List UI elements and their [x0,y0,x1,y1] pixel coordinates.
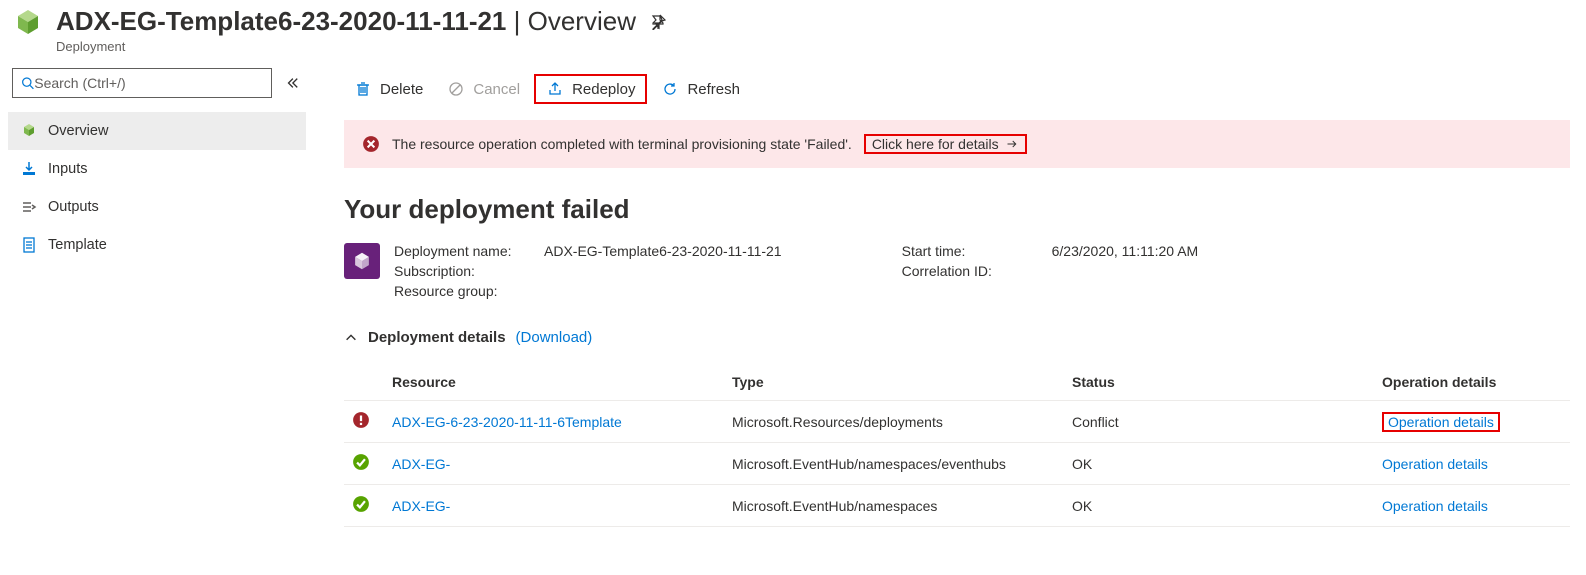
deployment-summary: Deployment name: ADX-EG-Template6-23-2020… [344,243,1570,299]
th-type: Type [724,364,1064,401]
pin-icon[interactable] [650,14,666,30]
sidebar-item-inputs[interactable]: Inputs [8,150,306,188]
operation-details-link[interactable]: Operation details [1382,456,1488,472]
sidebar-label: Overview [48,123,108,139]
cancel-icon [447,80,465,98]
overview-icon [20,122,38,140]
start-time-label: Start time: [902,243,1042,259]
table-row: ADX-EG- Microsoft.EventHub/namespacesOK Op… [344,485,1570,527]
sidebar-label: Inputs [48,161,88,177]
th-op: Operation details [1374,364,1570,401]
deployment-details-table: Resource Type Status Operation details A… [344,364,1570,527]
type-cell: Microsoft.EventHub/namespaces/eventhubs [724,443,1064,485]
table-row: ADX-EG- Microsoft.EventHub/namespaces/eve… [344,443,1570,485]
alert-text: The resource operation completed with te… [392,136,852,152]
refresh-icon [661,80,679,98]
deployment-badge-icon [344,243,380,279]
search-input[interactable] [12,68,272,98]
toolbar: Delete Cancel Redeploy Refresh [344,60,1570,120]
refresh-button[interactable]: Refresh [651,76,750,102]
status-cell: Conflict [1064,401,1374,443]
resource-link[interactable]: ADX-EG- [392,456,450,472]
failure-heading: Your deployment failed [344,194,1570,225]
type-cell: Microsoft.EventHub/namespaces [724,485,1064,527]
status-cell: OK [1064,485,1374,527]
th-status: Status [1064,364,1374,401]
sidebar-label: Template [48,237,107,253]
deployment-details-header[interactable]: Deployment details (Download) [344,329,1570,346]
collapse-sidebar-icon[interactable] [282,76,302,90]
search-icon [21,76,34,90]
outputs-icon [20,198,38,216]
sidebar-item-template[interactable]: Template [8,226,306,264]
sidebar-label: Outputs [48,199,99,215]
ok-status-icon [352,453,370,471]
resource-logo-icon [10,6,46,42]
page-header: ADX-EG-Template6-23-2020-11-11-21 | Over… [0,0,1586,60]
operation-details-link[interactable]: Operation details [1382,498,1488,514]
resource-group-label: Resource group: [394,283,534,299]
error-icon [362,135,380,153]
resource-link[interactable]: ADX-EG-6-23-2020-11-11-6Template [392,414,622,430]
status-cell: OK [1064,443,1374,485]
sidebar-nav: Overview Inputs Outputs Template [8,112,306,264]
download-link[interactable]: (Download) [516,329,593,346]
start-time-value: 6/23/2020, 11:11:20 AM [1052,243,1199,259]
inputs-icon [20,160,38,178]
redeploy-button[interactable]: Redeploy [534,74,647,104]
deployment-name-value: ADX-EG-Template6-23-2020-11-11-21 [544,243,782,259]
error-alert: The resource operation completed with te… [344,120,1570,168]
cancel-button: Cancel [437,76,530,102]
subscription-label: Subscription: [394,263,534,279]
sidebar-item-overview[interactable]: Overview [8,112,306,150]
redeploy-icon [546,80,564,98]
delete-button[interactable]: Delete [344,76,433,102]
ok-status-icon [352,495,370,513]
template-icon [20,236,38,254]
page-title: ADX-EG-Template6-23-2020-11-11-21 | Over… [56,6,636,37]
correlation-label: Correlation ID: [902,263,1042,279]
th-resource: Resource [384,364,724,401]
chevron-up-icon [344,331,358,345]
sidebar-item-outputs[interactable]: Outputs [8,188,306,226]
delete-icon [354,80,372,98]
deployment-name-label: Deployment name: [394,243,534,259]
resource-link[interactable]: ADX-EG- [392,498,450,514]
main-content: Delete Cancel Redeploy Refresh The resou… [314,60,1586,547]
operation-details-link[interactable]: Operation details [1382,412,1500,432]
table-row: ADX-EG-6-23-2020-11-11-6Template Microsof… [344,401,1570,443]
type-cell: Microsoft.Resources/deployments [724,401,1064,443]
sidebar: Overview Inputs Outputs Template [0,60,314,547]
arrow-right-icon [1005,138,1019,150]
alert-details-link[interactable]: Click here for details [864,134,1027,154]
page-subtitle: Deployment [56,39,666,54]
error-status-icon [352,411,370,429]
